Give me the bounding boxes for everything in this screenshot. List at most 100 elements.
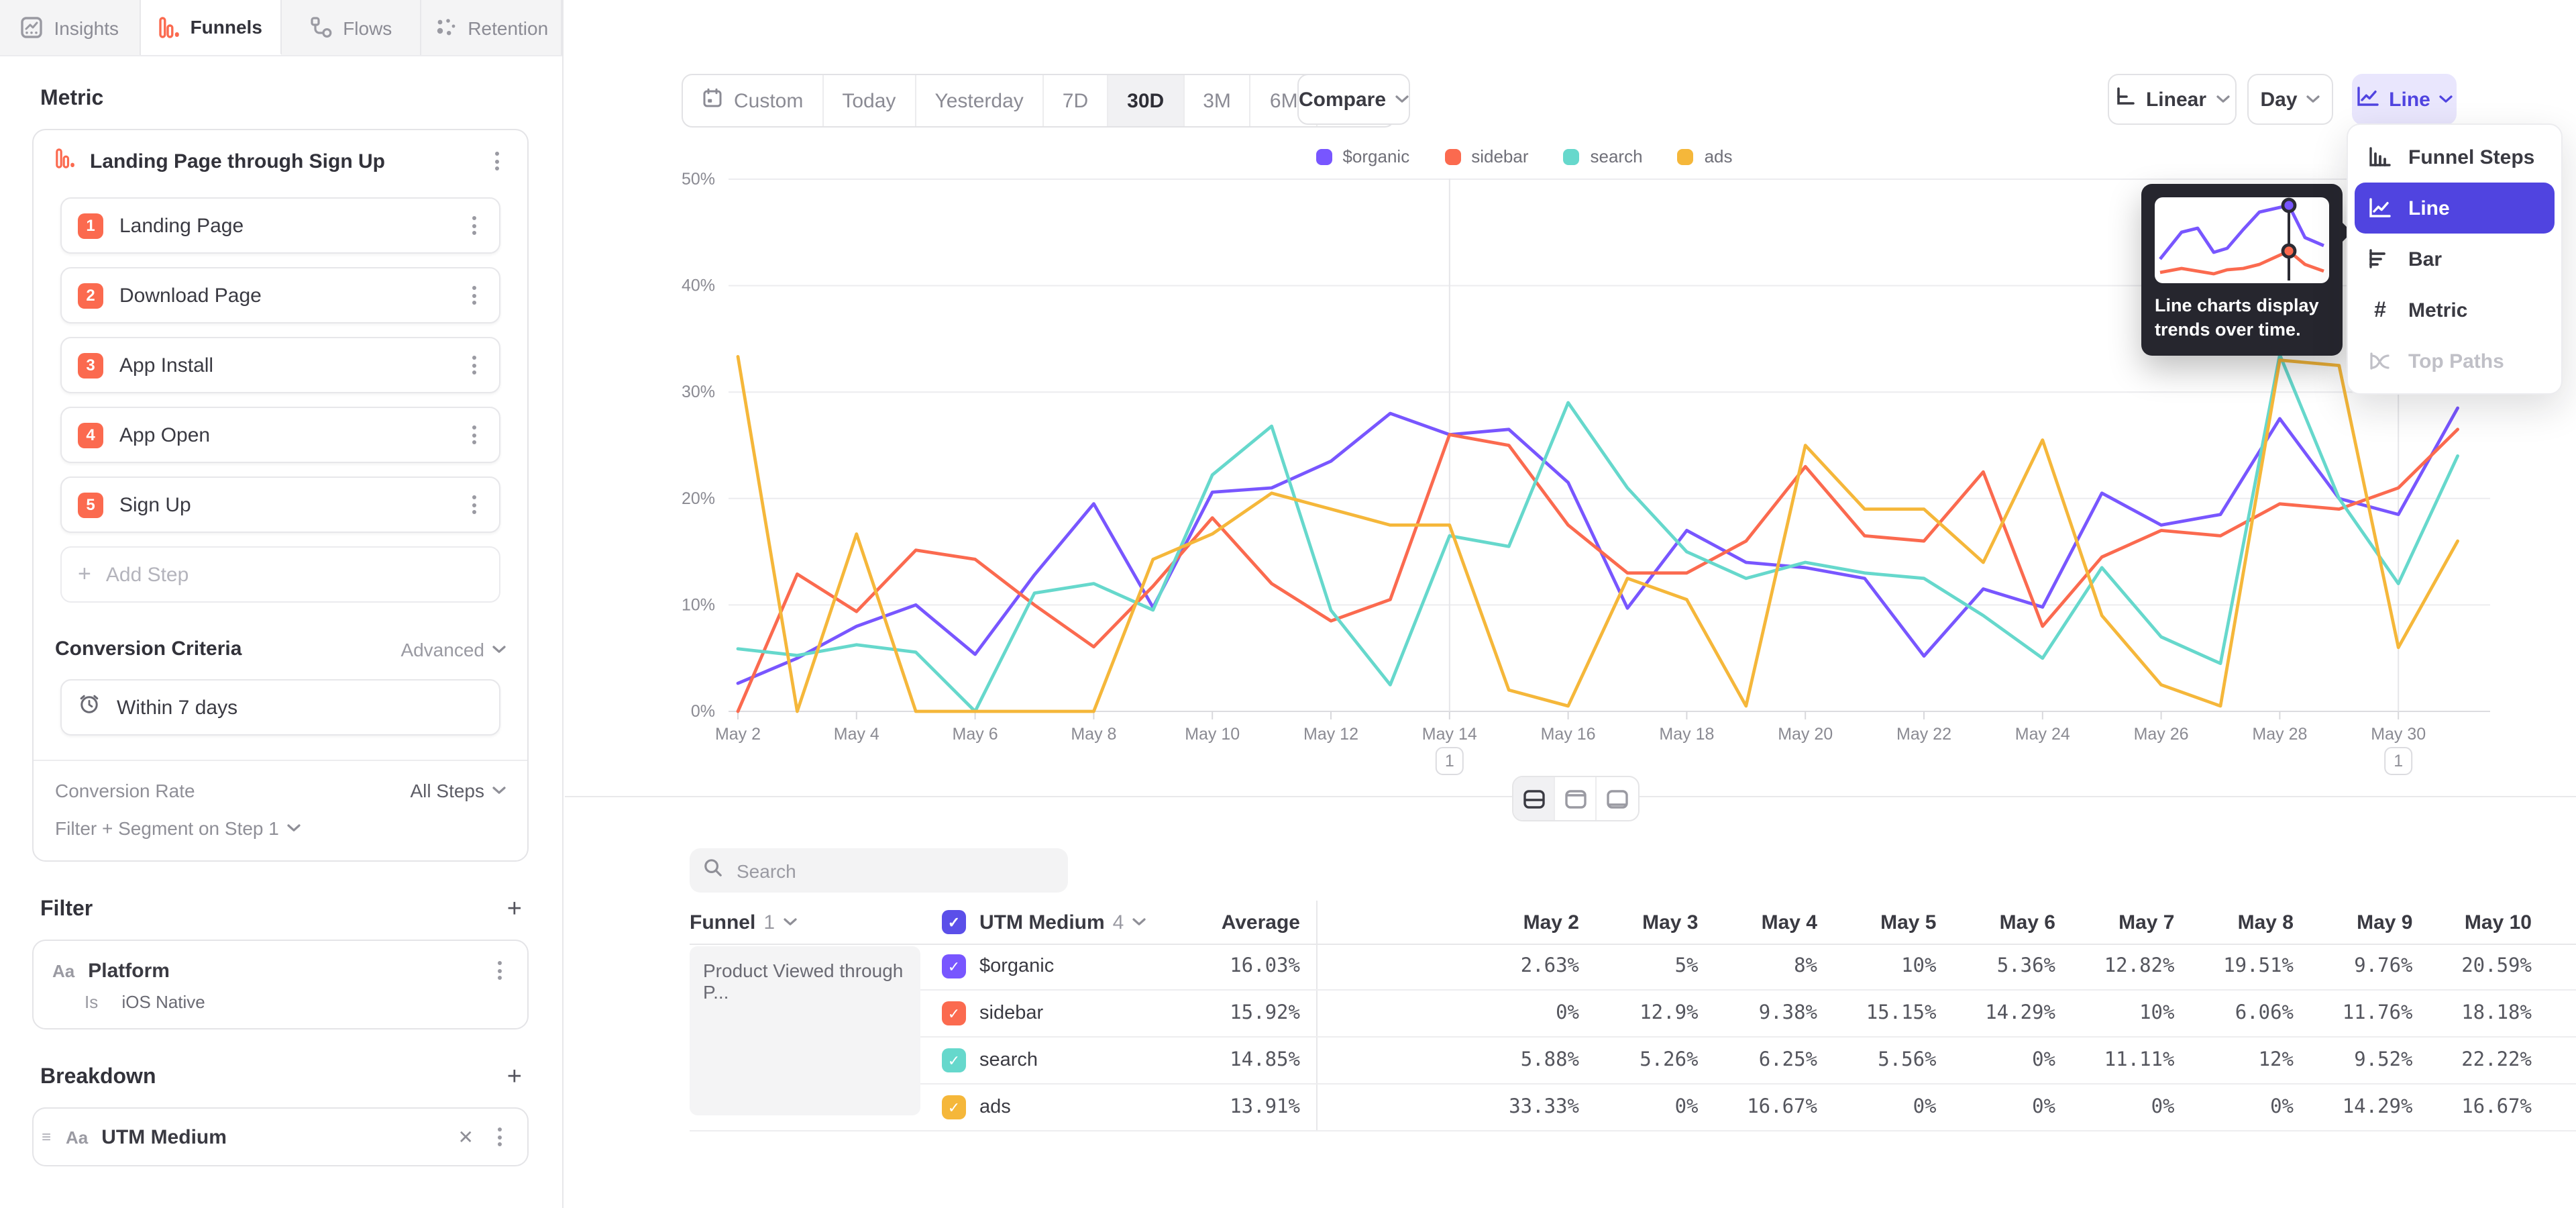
filter-operator[interactable]: Is [85,992,98,1012]
table-only-view-button[interactable] [1597,777,1638,820]
date-column-header[interactable]: May 10 [2371,901,2532,944]
annotation-badge[interactable]: 1 [2385,748,2412,774]
tab-funnels[interactable]: Funnels [141,0,282,55]
bar-chart-icon [2367,248,2394,270]
preset-custom[interactable]: Custom [683,75,823,126]
step-kebab-icon[interactable] [459,211,488,240]
row-checkbox[interactable]: ✓ [942,954,966,978]
filter-kebab-icon[interactable] [484,956,514,985]
svg-text:May 10: May 10 [1185,725,1240,744]
chart-only-view-icon [1564,789,1587,809]
funnel-step-2[interactable]: 2 Download Page [60,267,500,323]
row-checkbox[interactable]: ✓ [942,1001,966,1025]
preset-today[interactable]: Today [823,75,916,126]
retention-icon [434,16,457,39]
funnel-metric-title: Landing Page through Sign Up [90,150,482,172]
svg-text:May 20: May 20 [1778,725,1833,744]
svg-text:40%: 40% [682,276,715,295]
preset-yesterday[interactable]: Yesterday [916,75,1043,126]
funnel-column-header[interactable]: Funnel 1 [690,901,796,944]
tooltip-text: Line charts display trends over time. [2155,294,2329,342]
funnel-step-1[interactable]: 1 Landing Page [60,197,500,254]
line-chart-icon [2367,197,2394,219]
filter-value[interactable]: iOS Native [122,992,205,1012]
table-row-sidebar[interactable]: ✓ sidebar 15.92%0%12.9%9.38%15.15%14.29%… [690,991,2576,1038]
step-kebab-icon[interactable] [459,420,488,450]
svg-text:30%: 30% [682,383,715,401]
date-range-segmented-control: CustomTodayYesterday7D30D3M6M12M [682,74,1396,128]
compare-button[interactable]: Compare [1297,74,1410,125]
top-paths-icon [2367,350,2394,372]
split-view-button[interactable] [1513,777,1555,820]
drag-handle-icon[interactable]: ≡ [42,1127,58,1146]
select-all-checkbox[interactable]: ✓ [942,910,966,934]
granularity-selector-button[interactable]: Day [2247,74,2333,125]
table-row-ads[interactable]: ✓ ads 13.91%33.33%0%16.67%0%0%0%0%14.29%… [690,1085,2576,1131]
table-row-search[interactable]: ✓ search 14.85%5.88%5.26%6.25%5.56%0%11.… [690,1038,2576,1085]
svg-text:May 30: May 30 [2371,725,2426,744]
add-step-button[interactable]: +Add Step [60,546,500,603]
step-kebab-icon[interactable] [459,350,488,380]
chevron-down-icon [2307,95,2320,103]
step-kebab-icon[interactable] [459,281,488,310]
step-kebab-icon[interactable] [459,490,488,519]
table-row-organic[interactable]: ✓ $organic 16.03%2.63%5%8%10%5.36%12.82%… [690,944,2576,991]
average-column-header[interactable]: Average [1092,901,1300,944]
menu-item-funnel-steps[interactable]: Funnel Steps [2348,132,2561,183]
all-steps-selector[interactable]: All Steps [411,780,506,801]
view-toggle [1512,776,1640,821]
filter-segment-toggle[interactable]: Filter + Segment on Step 1 [34,801,527,860]
menu-item-line[interactable]: Line [2355,183,2555,234]
chevron-down-icon [783,918,796,926]
cell-value: 18.18% [2371,991,2532,1036]
add-breakdown-button[interactable]: + [507,1068,522,1087]
search-input[interactable] [734,858,1034,883]
chevron-down-icon [492,645,506,653]
svg-text:May 2: May 2 [715,725,761,744]
metric-icon: # [2367,299,2394,321]
breakdown-kebab-icon[interactable] [484,1122,514,1152]
chart-type-selector-button[interactable]: Line [2352,74,2457,125]
conversion-window-button[interactable]: Within 7 days [60,679,500,736]
funnel-metric-icon [55,147,75,175]
filter-heading: Filter [40,898,507,922]
advanced-toggle[interactable]: Advanced [400,638,506,660]
funnel-menu-kebab-icon[interactable] [482,146,511,176]
funnel-step-3[interactable]: 3 App Install [60,337,500,393]
sidebar-body: Metric Landing Page through Sign Up 1 La… [0,87,562,1166]
row-checkbox[interactable]: ✓ [942,1048,966,1072]
series-name: sidebar [979,991,1043,1036]
tab-retention[interactable]: Retention [422,0,563,55]
step-label: App Open [119,423,459,446]
chevron-down-icon [1395,95,1409,103]
menu-item-bar[interactable]: Bar [2348,234,2561,285]
preset-30d[interactable]: 30D [1108,75,1184,126]
funnel-name-cell[interactable]: Product Viewed through P... [690,946,920,1115]
metric-heading: Metric [40,87,562,111]
tab-flows[interactable]: Flows [281,0,422,55]
annotation-badge[interactable]: 1 [1436,748,1463,774]
svg-text:1: 1 [2394,752,2403,770]
table-search[interactable] [690,848,1068,893]
table-header-row: Funnel 1 ✓ UTM Medium 4 Average May 2May… [690,901,2576,945]
breakdown-rule-card[interactable]: ≡ Aa UTM Medium ✕ [32,1107,529,1166]
preset-7d[interactable]: 7D [1044,75,1108,126]
scale-selector-button[interactable]: Linear [2108,74,2237,125]
preset-3m[interactable]: 3M [1184,75,1251,126]
step-number-badge: 4 [78,422,103,448]
line-chart-icon [2355,86,2379,113]
chart-only-view-button[interactable] [1555,777,1597,820]
add-filter-button[interactable]: + [507,901,522,919]
remove-breakdown-icon[interactable]: ✕ [458,1125,474,1148]
query-sidebar: InsightsFunnelsFlowsRetention Metric Lan… [0,0,564,1208]
step-number-badge: 5 [78,492,103,517]
menu-item-metric[interactable]: #Metric [2348,285,2561,336]
tab-insights[interactable]: Insights [0,0,141,55]
row-checkbox[interactable]: ✓ [942,1095,966,1119]
calendar-icon [702,87,723,114]
filter-rule-card[interactable]: Aa Platform Is iOS Native [32,940,529,1029]
funnel-step-4[interactable]: 4 App Open [60,407,500,463]
funnel-metric-header[interactable]: Landing Page through Sign Up [34,130,527,192]
funnel-step-5[interactable]: 5 Sign Up [60,476,500,533]
plus-icon: + [78,561,91,588]
